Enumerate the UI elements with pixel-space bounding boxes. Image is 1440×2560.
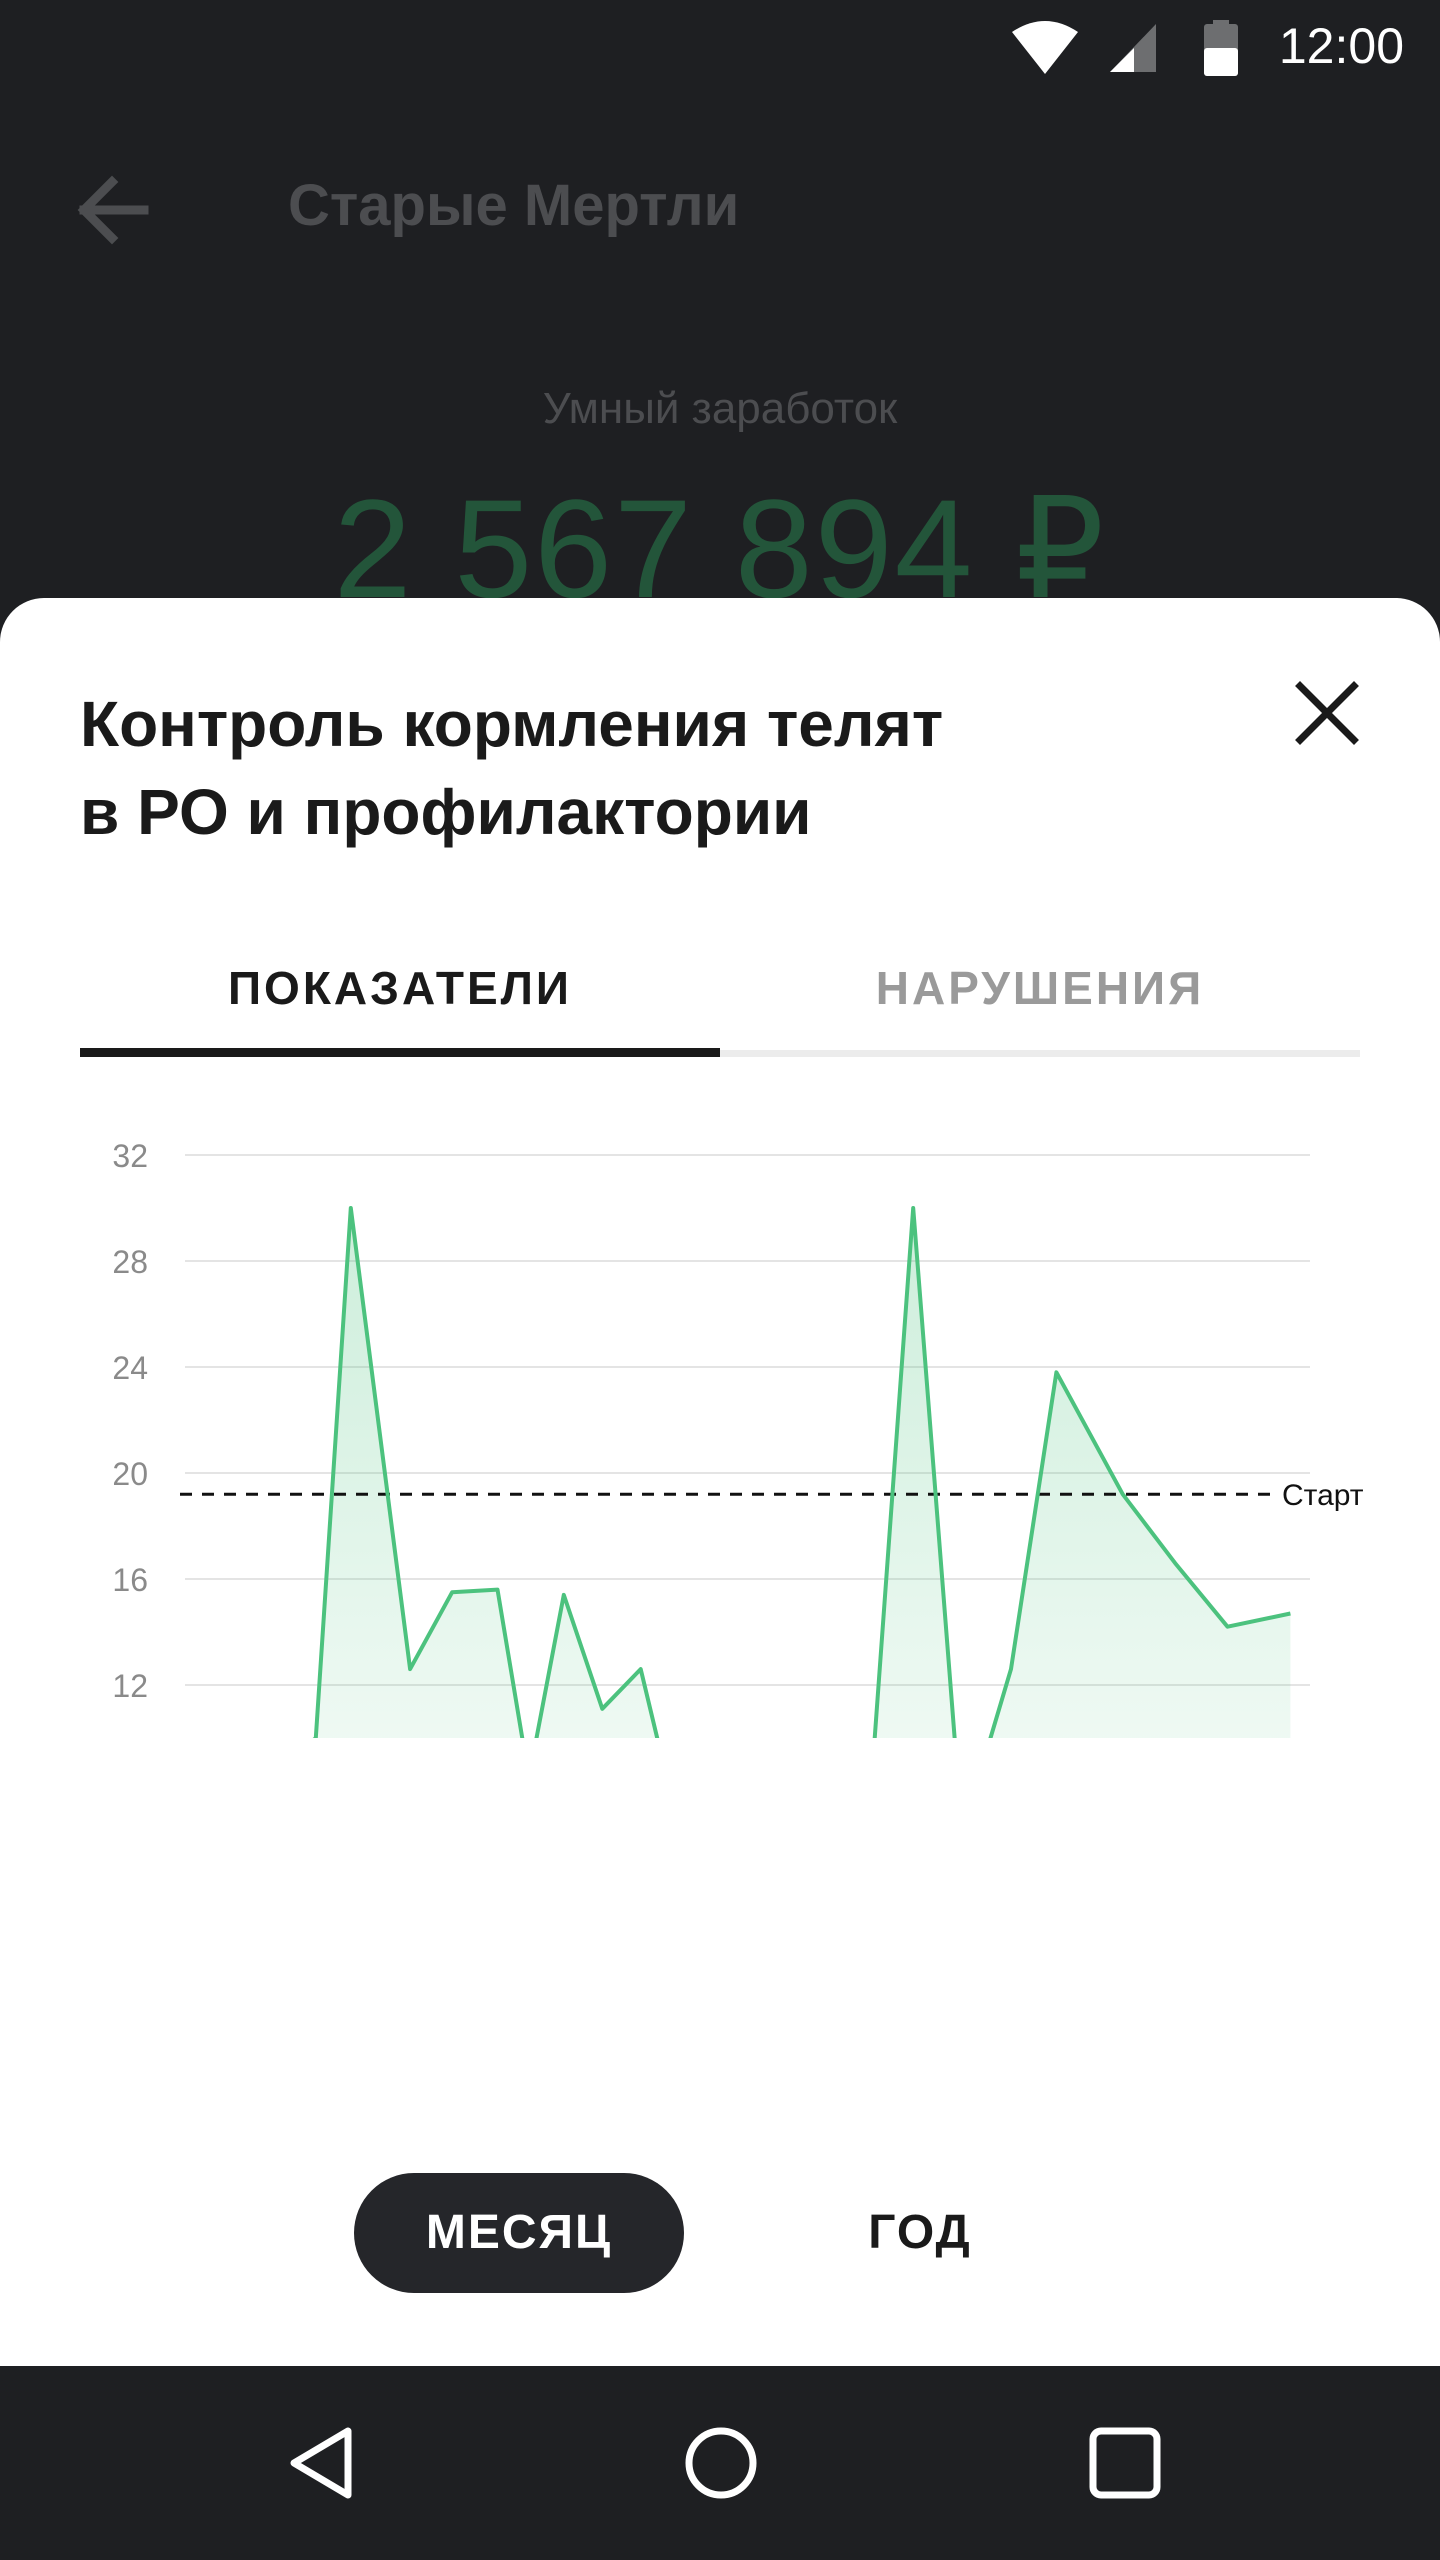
back-arrow-icon[interactable] (70, 165, 160, 255)
reference-label: Старт (1282, 1479, 1364, 1512)
tab-violations[interactable]: НАРУШЕНИЯ (720, 938, 1360, 1038)
period-month-button[interactable]: МЕСЯЦ (354, 2173, 684, 2293)
y-tick-label: 20 (112, 1456, 148, 1492)
y-tick-label: 16 (112, 1562, 148, 1598)
y-tick-label: 28 (112, 1244, 148, 1280)
farm-title: Старые Мертли (288, 173, 740, 238)
close-icon[interactable] (1294, 680, 1360, 746)
wifi-icon (1012, 21, 1078, 74)
status-time: 12:00 (1278, 18, 1404, 74)
signal-icon (1110, 24, 1156, 72)
y-tick-label: 24 (112, 1350, 148, 1386)
y-tick-label: 12 (112, 1668, 148, 1704)
circle-home-icon[interactable] (681, 2423, 761, 2503)
square-recents-icon[interactable] (1085, 2423, 1165, 2503)
tab-active-indicator (80, 1048, 720, 1057)
sheet-title: Контроль кормления телят в РО и профилак… (80, 680, 1200, 856)
triangle-back-icon[interactable] (282, 2423, 362, 2503)
sheet-title-line1: Контроль кормления телят (80, 688, 944, 760)
tab-bar: ПОКАЗАТЕЛИ НАРУШЕНИЯ (80, 938, 1360, 1058)
sheet-title-line2: в РО и профилактории (80, 776, 812, 848)
period-year-button[interactable]: ГОД (760, 2173, 1080, 2293)
period-toggle: МЕСЯЦ ГОД (0, 2173, 1440, 2303)
tab-indicators[interactable]: ПОКАЗАТЕЛИ (80, 938, 720, 1038)
y-tick-label: 32 (112, 1138, 148, 1174)
bottom-sheet: Контроль кормления телят в РО и профилак… (0, 598, 1440, 2366)
feeding-chart: Старт 48121620242832151015202530 (112, 1138, 1364, 2098)
navigation-bar (0, 2366, 1440, 2560)
status-bar: 12:00 (0, 0, 1440, 94)
battery-icon (1204, 20, 1238, 76)
earnings-label: Умный заработок (542, 384, 898, 433)
chart-container: Старт 48121620242832151015202530 (0, 1098, 1440, 2098)
